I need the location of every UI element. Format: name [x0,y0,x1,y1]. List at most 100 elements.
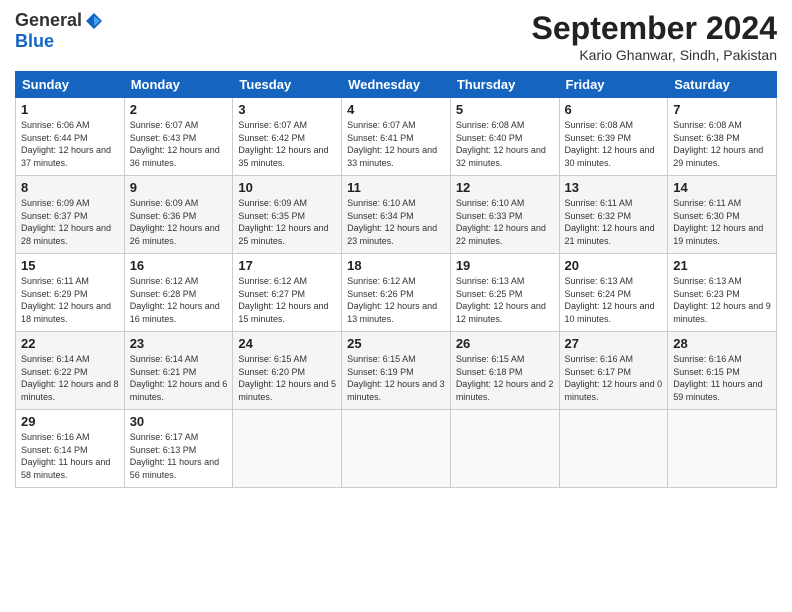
day-info: Sunrise: 6:11 AMSunset: 6:29 PMDaylight:… [21,276,111,324]
table-row: 9 Sunrise: 6:09 AMSunset: 6:36 PMDayligh… [124,176,233,254]
table-row: 6 Sunrise: 6:08 AMSunset: 6:39 PMDayligh… [559,98,668,176]
table-row: 27 Sunrise: 6:16 AMSunset: 6:17 PMDaylig… [559,332,668,410]
day-info: Sunrise: 6:17 AMSunset: 6:13 PMDaylight:… [130,432,219,480]
day-info: Sunrise: 6:06 AMSunset: 6:44 PMDaylight:… [21,120,111,168]
page: General Blue September 2024 Kario Ghanwa… [0,0,792,612]
table-row: 20 Sunrise: 6:13 AMSunset: 6:24 PMDaylig… [559,254,668,332]
day-number: 20 [565,258,663,273]
header: General Blue September 2024 Kario Ghanwa… [15,10,777,63]
day-number: 10 [238,180,336,195]
table-row: 14 Sunrise: 6:11 AMSunset: 6:30 PMDaylig… [668,176,777,254]
table-row: 24 Sunrise: 6:15 AMSunset: 6:20 PMDaylig… [233,332,342,410]
title-block: September 2024 Kario Ghanwar, Sindh, Pak… [532,10,777,63]
table-row: 25 Sunrise: 6:15 AMSunset: 6:19 PMDaylig… [342,332,451,410]
day-number: 4 [347,102,445,117]
table-row: 22 Sunrise: 6:14 AMSunset: 6:22 PMDaylig… [16,332,125,410]
table-row: 5 Sunrise: 6:08 AMSunset: 6:40 PMDayligh… [450,98,559,176]
day-number: 21 [673,258,771,273]
day-info: Sunrise: 6:12 AMSunset: 6:28 PMDaylight:… [130,276,220,324]
day-number: 7 [673,102,771,117]
calendar-header-row: Sunday Monday Tuesday Wednesday Thursday… [16,72,777,98]
table-row: 2 Sunrise: 6:07 AMSunset: 6:43 PMDayligh… [124,98,233,176]
table-row [559,410,668,488]
day-info: Sunrise: 6:09 AMSunset: 6:36 PMDaylight:… [130,198,220,246]
table-row: 19 Sunrise: 6:13 AMSunset: 6:25 PMDaylig… [450,254,559,332]
table-row: 7 Sunrise: 6:08 AMSunset: 6:38 PMDayligh… [668,98,777,176]
table-row: 15 Sunrise: 6:11 AMSunset: 6:29 PMDaylig… [16,254,125,332]
day-info: Sunrise: 6:16 AMSunset: 6:17 PMDaylight:… [565,354,663,402]
table-row: 8 Sunrise: 6:09 AMSunset: 6:37 PMDayligh… [16,176,125,254]
table-row: 11 Sunrise: 6:10 AMSunset: 6:34 PMDaylig… [342,176,451,254]
day-number: 30 [130,414,228,429]
day-number: 16 [130,258,228,273]
day-info: Sunrise: 6:15 AMSunset: 6:19 PMDaylight:… [347,354,445,402]
table-row: 3 Sunrise: 6:07 AMSunset: 6:42 PMDayligh… [233,98,342,176]
day-info: Sunrise: 6:07 AMSunset: 6:41 PMDaylight:… [347,120,437,168]
header-saturday: Saturday [668,72,777,98]
day-info: Sunrise: 6:12 AMSunset: 6:26 PMDaylight:… [347,276,437,324]
day-number: 27 [565,336,663,351]
day-number: 3 [238,102,336,117]
day-number: 5 [456,102,554,117]
day-number: 24 [238,336,336,351]
month-title: September 2024 [532,10,777,47]
day-number: 14 [673,180,771,195]
day-number: 6 [565,102,663,117]
day-info: Sunrise: 6:08 AMSunset: 6:40 PMDaylight:… [456,120,546,168]
day-number: 19 [456,258,554,273]
logo-icon [84,11,104,31]
header-friday: Friday [559,72,668,98]
table-row: 29 Sunrise: 6:16 AMSunset: 6:14 PMDaylig… [16,410,125,488]
day-number: 28 [673,336,771,351]
table-row: 21 Sunrise: 6:13 AMSunset: 6:23 PMDaylig… [668,254,777,332]
table-row: 13 Sunrise: 6:11 AMSunset: 6:32 PMDaylig… [559,176,668,254]
day-info: Sunrise: 6:07 AMSunset: 6:43 PMDaylight:… [130,120,220,168]
day-number: 29 [21,414,119,429]
calendar-week-row: 29 Sunrise: 6:16 AMSunset: 6:14 PMDaylig… [16,410,777,488]
calendar-table: Sunday Monday Tuesday Wednesday Thursday… [15,71,777,488]
table-row: 16 Sunrise: 6:12 AMSunset: 6:28 PMDaylig… [124,254,233,332]
logo: General Blue [15,10,104,52]
table-row: 28 Sunrise: 6:16 AMSunset: 6:15 PMDaylig… [668,332,777,410]
day-number: 17 [238,258,336,273]
header-tuesday: Tuesday [233,72,342,98]
day-info: Sunrise: 6:08 AMSunset: 6:39 PMDaylight:… [565,120,655,168]
day-info: Sunrise: 6:13 AMSunset: 6:25 PMDaylight:… [456,276,546,324]
day-number: 18 [347,258,445,273]
day-info: Sunrise: 6:10 AMSunset: 6:34 PMDaylight:… [347,198,437,246]
day-info: Sunrise: 6:11 AMSunset: 6:30 PMDaylight:… [673,198,763,246]
calendar-week-row: 1 Sunrise: 6:06 AMSunset: 6:44 PMDayligh… [16,98,777,176]
table-row: 30 Sunrise: 6:17 AMSunset: 6:13 PMDaylig… [124,410,233,488]
day-info: Sunrise: 6:10 AMSunset: 6:33 PMDaylight:… [456,198,546,246]
day-number: 25 [347,336,445,351]
day-number: 11 [347,180,445,195]
day-number: 9 [130,180,228,195]
day-info: Sunrise: 6:08 AMSunset: 6:38 PMDaylight:… [673,120,763,168]
day-info: Sunrise: 6:14 AMSunset: 6:21 PMDaylight:… [130,354,228,402]
table-row: 18 Sunrise: 6:12 AMSunset: 6:26 PMDaylig… [342,254,451,332]
day-number: 15 [21,258,119,273]
table-row: 23 Sunrise: 6:14 AMSunset: 6:21 PMDaylig… [124,332,233,410]
table-row [233,410,342,488]
table-row [342,410,451,488]
day-info: Sunrise: 6:14 AMSunset: 6:22 PMDaylight:… [21,354,119,402]
day-info: Sunrise: 6:16 AMSunset: 6:15 PMDaylight:… [673,354,762,402]
table-row: 26 Sunrise: 6:15 AMSunset: 6:18 PMDaylig… [450,332,559,410]
day-info: Sunrise: 6:09 AMSunset: 6:35 PMDaylight:… [238,198,328,246]
day-number: 1 [21,102,119,117]
day-number: 8 [21,180,119,195]
day-number: 26 [456,336,554,351]
logo-blue-text: Blue [15,31,54,51]
day-number: 13 [565,180,663,195]
day-number: 22 [21,336,119,351]
day-info: Sunrise: 6:07 AMSunset: 6:42 PMDaylight:… [238,120,328,168]
logo-general-text: General [15,10,82,31]
day-info: Sunrise: 6:12 AMSunset: 6:27 PMDaylight:… [238,276,328,324]
day-info: Sunrise: 6:13 AMSunset: 6:24 PMDaylight:… [565,276,655,324]
day-number: 2 [130,102,228,117]
header-monday: Monday [124,72,233,98]
location: Kario Ghanwar, Sindh, Pakistan [532,47,777,63]
day-number: 23 [130,336,228,351]
day-info: Sunrise: 6:11 AMSunset: 6:32 PMDaylight:… [565,198,655,246]
table-row: 10 Sunrise: 6:09 AMSunset: 6:35 PMDaylig… [233,176,342,254]
